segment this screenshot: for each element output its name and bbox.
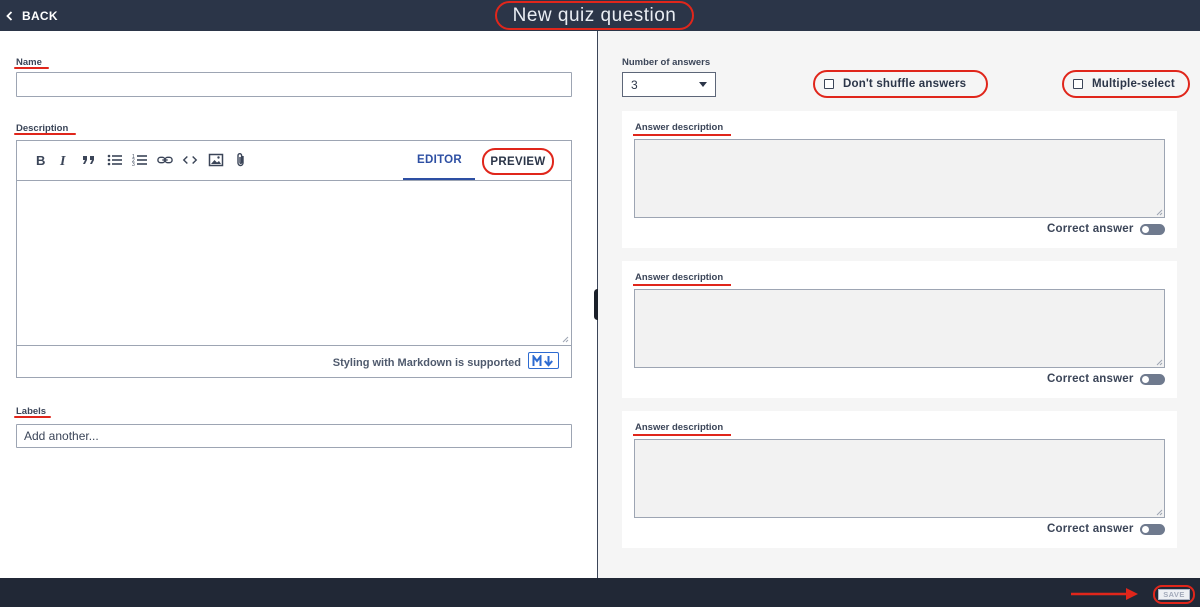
answer-label-underline [633,134,731,136]
tab-editor-active-indicator [403,178,475,180]
answer-description-label: Answer description [635,422,724,433]
quote-icon[interactable] [81,152,97,168]
footer-bar [0,578,1200,607]
multiple-select-label[interactable]: Multiple-select [1092,78,1175,90]
tab-preview[interactable]: PREVIEW [490,156,545,168]
number-of-answers-select[interactable]: 3 [622,72,716,97]
dont-shuffle-label[interactable]: Don't shuffle answers [843,78,966,90]
answer-card: Answer description Correct answer [622,111,1177,248]
attachment-icon[interactable] [233,152,249,168]
name-input[interactable] [16,72,572,97]
labels-input[interactable] [16,424,572,448]
correct-answer-toggle[interactable] [1140,374,1165,385]
multiple-select-highlight: Multiple-select [1062,70,1190,98]
markdown-icon[interactable] [528,352,559,369]
editor-toolbar: B I 123 EDITOR PREVIEW [17,141,571,181]
tab-editor[interactable]: EDITOR [417,154,462,166]
resize-handle-icon[interactable] [1156,209,1163,216]
numbered-list-icon[interactable]: 123 [132,152,148,168]
bold-icon[interactable]: B [32,152,48,168]
page-title-highlight: New quiz question [495,1,694,30]
toggle-knob [1142,226,1149,233]
italic-icon[interactable]: I [56,152,72,168]
save-button-highlight: SAVE [1153,585,1195,604]
svg-text:B: B [36,153,45,167]
number-of-answers-value: 3 [631,77,638,92]
answer-description-textarea[interactable] [634,139,1165,218]
answer-label-underline [633,434,731,436]
dont-shuffle-checkbox[interactable] [824,79,834,89]
name-label-underline [14,67,49,69]
answer-card: Answer description Correct answer [622,411,1177,548]
svg-text:3: 3 [132,162,135,167]
answer-description-label: Answer description [635,272,724,283]
code-icon[interactable] [182,152,198,168]
chevron-down-icon [699,82,707,87]
bullet-list-icon[interactable] [107,152,123,168]
answer-description-textarea[interactable] [634,439,1165,518]
toggle-knob [1142,376,1149,383]
description-textarea[interactable] [17,181,571,346]
description-label-underline [14,133,76,135]
dont-shuffle-highlight: Don't shuffle answers [813,70,988,98]
chevron-left-icon [6,11,13,21]
resize-handle-icon[interactable] [562,336,569,343]
tab-preview-highlight: PREVIEW [482,148,554,175]
description-editor: B I 123 EDITOR PREVIEW Styling with Mark… [16,140,572,378]
multiple-select-checkbox[interactable] [1073,79,1083,89]
resize-handle-icon[interactable] [1156,509,1163,516]
markdown-support-note: Styling with Markdown is supported [332,357,521,369]
answer-card: Answer description Correct answer [622,261,1177,398]
top-bar: BACK New quiz question [0,0,1200,31]
number-of-answers-label: Number of answers [622,57,711,68]
page-title: New quiz question [512,4,677,26]
link-icon[interactable] [157,152,173,168]
correct-answer-toggle[interactable] [1140,224,1165,235]
labels-label-underline [14,416,51,418]
answer-description-label: Answer description [635,122,724,133]
answer-label-underline [633,284,731,286]
correct-answer-label: Correct answer [1047,523,1134,535]
toggle-knob [1142,526,1149,533]
arrow-right-icon [1071,588,1138,600]
image-icon[interactable] [208,152,224,168]
answer-description-textarea[interactable] [634,289,1165,368]
correct-answer-label: Correct answer [1047,373,1134,385]
correct-answer-label: Correct answer [1047,223,1134,235]
save-button[interactable]: SAVE [1158,589,1190,600]
back-button[interactable]: BACK [6,8,58,24]
back-label: BACK [22,9,58,23]
resize-handle-icon[interactable] [1156,359,1163,366]
correct-answer-toggle[interactable] [1140,524,1165,535]
svg-text:I: I [59,154,66,167]
